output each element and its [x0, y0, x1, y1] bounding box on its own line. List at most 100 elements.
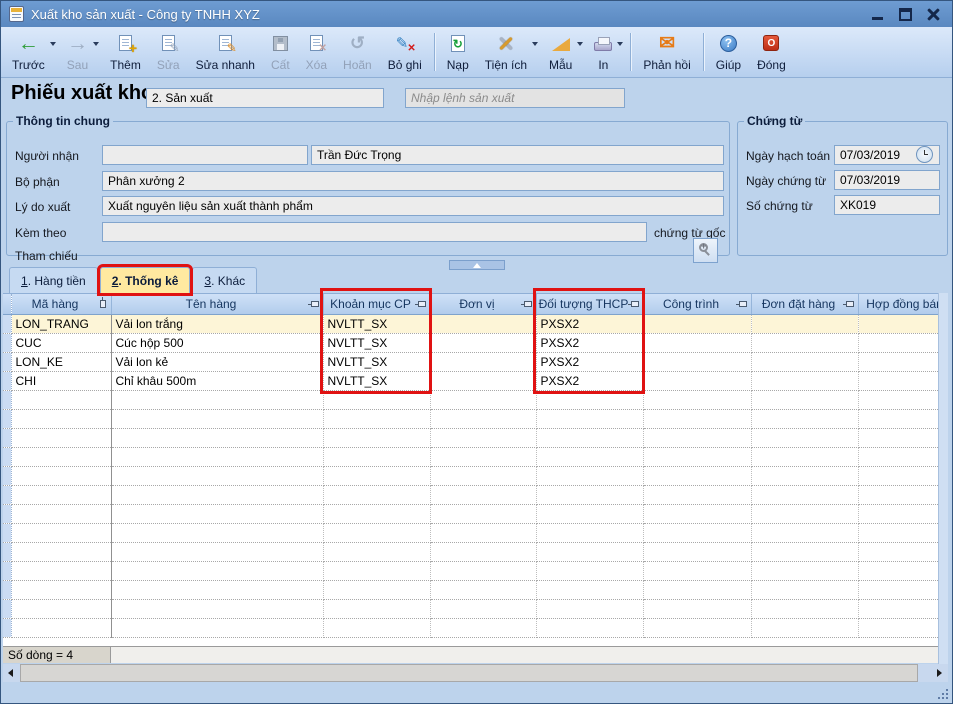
scroll-left-button[interactable]: [3, 664, 20, 682]
grid-cell[interactable]: Vải lon kẻ: [111, 352, 323, 371]
kem-theo-field[interactable]: [102, 222, 647, 242]
grid-cell[interactable]: [643, 333, 751, 352]
grid-cell[interactable]: NVLTT_SX: [323, 314, 430, 333]
magnifier-plus-icon: [699, 243, 708, 252]
kem-theo-label: Kèm theo: [15, 226, 66, 240]
close-button[interactable]: [927, 8, 940, 21]
chevron-down-icon[interactable]: [532, 42, 538, 46]
grid-cell[interactable]: [751, 333, 858, 352]
grid-cell[interactable]: [751, 352, 858, 371]
toolbar-giup-button[interactable]: Giúp: [708, 29, 749, 75]
column-header-ma-hang[interactable]: Mã hàng: [11, 294, 111, 314]
toolbar-in-button[interactable]: In: [586, 29, 626, 75]
row-indicator[interactable]: [3, 371, 11, 390]
grid-cell[interactable]: CHI: [11, 371, 111, 390]
pin-icon: [311, 301, 319, 307]
toolbar-dong-button[interactable]: Đóng: [749, 29, 794, 75]
toolbar-tien-ich-button[interactable]: Tiện ích: [477, 29, 541, 75]
edit-document-icon: [162, 35, 175, 51]
bo-phan-field[interactable]: Phân xưởng 2: [102, 171, 724, 191]
grid-cell[interactable]: Chỉ khâu 500m: [111, 371, 323, 390]
grid-cell[interactable]: PXSX2: [536, 352, 643, 371]
grid-cell[interactable]: [858, 314, 938, 333]
maximize-button[interactable]: [899, 8, 912, 21]
tab-thong-ke[interactable]: 2. Thống kê: [100, 267, 191, 293]
scroll-right-button[interactable]: [931, 664, 948, 682]
empty-cell: [430, 580, 536, 599]
chevron-down-icon[interactable]: [50, 42, 56, 46]
grid-cell[interactable]: [858, 352, 938, 371]
ly-do-xuat-field[interactable]: Xuất nguyên liệu sản xuất thành phẩm: [102, 196, 724, 216]
reference-lookup-button[interactable]: [693, 238, 718, 263]
grid-cell[interactable]: [643, 314, 751, 333]
date-picker-button[interactable]: [916, 146, 933, 163]
empty-cell: [751, 523, 858, 542]
grid-cell[interactable]: LON_KE: [11, 352, 111, 371]
row-indicator[interactable]: [3, 333, 11, 352]
title-bar: Xuất kho sản xuất - Công ty TNHH XYZ: [1, 1, 952, 27]
minimize-button[interactable]: [871, 8, 884, 21]
column-header-don-vi[interactable]: Đơn vị: [430, 294, 536, 314]
grid-cell[interactable]: [430, 371, 536, 390]
collapse-splitter-button[interactable]: [449, 260, 505, 270]
grid-cell[interactable]: NVLTT_SX: [323, 371, 430, 390]
chevron-down-icon[interactable]: [617, 42, 623, 46]
ngay-chung-tu-field[interactable]: 07/03/2019: [834, 170, 940, 190]
so-chung-tu-field[interactable]: XK019: [834, 195, 940, 215]
grid-cell[interactable]: NVLTT_SX: [323, 333, 430, 352]
toolbar-them-button[interactable]: Thêm: [102, 29, 149, 75]
empty-row: [3, 466, 938, 485]
document-legend: Chứng từ: [744, 114, 805, 128]
empty-cell: [3, 447, 11, 466]
nguoi-nhan-name-field[interactable]: Trần Đức Trọng: [311, 145, 724, 165]
row-indicator[interactable]: [3, 314, 11, 333]
empty-cell: [536, 466, 643, 485]
grid-cell[interactable]: [430, 352, 536, 371]
empty-cell: [111, 390, 323, 409]
grid-cell[interactable]: [430, 333, 536, 352]
grid-cell[interactable]: [643, 352, 751, 371]
column-header-doi-tuong-thcp[interactable]: Đối tượng THCP: [536, 294, 643, 314]
grid-cell[interactable]: [751, 314, 858, 333]
toolbar-phan-hoi-button[interactable]: Phản hồi: [635, 29, 698, 75]
grid-footer: Số dòng = 4: [3, 646, 938, 663]
production-order-input[interactable]: Nhập lệnh sản xuất: [405, 88, 625, 108]
grid-cell[interactable]: [430, 314, 536, 333]
empty-cell: [858, 447, 938, 466]
resize-grip[interactable]: [935, 686, 948, 699]
grid-cell[interactable]: [858, 333, 938, 352]
export-type-combo[interactable]: 2. Sản xuất: [146, 88, 384, 108]
grid-cell[interactable]: [858, 371, 938, 390]
column-header-ten-hang[interactable]: Tên hàng: [111, 294, 323, 314]
app-icon: [9, 6, 24, 22]
toolbar-mau-button[interactable]: Mẫu: [541, 29, 586, 75]
toolbar-bo-ghi-button[interactable]: Bỏ ghi: [380, 29, 430, 75]
chevron-down-icon[interactable]: [577, 42, 583, 46]
empty-cell: [111, 409, 323, 428]
empty-cell: [536, 485, 643, 504]
scrollbar-thumb[interactable]: [20, 664, 918, 682]
grid-cell[interactable]: [643, 371, 751, 390]
column-header-cong-trinh[interactable]: Công trình: [643, 294, 751, 314]
grid-cell[interactable]: LON_TRANG: [11, 314, 111, 333]
tab-khac[interactable]: 3. Khác: [192, 267, 257, 293]
grid-cell[interactable]: [751, 371, 858, 390]
grid-cell[interactable]: NVLTT_SX: [323, 352, 430, 371]
toolbar-truoc-button[interactable]: Trước: [4, 29, 59, 75]
column-header-hop-dong-ban[interactable]: Hợp đồng bán: [858, 294, 938, 314]
grid-cell[interactable]: PXSX2: [536, 371, 643, 390]
column-header-don-dat-hang[interactable]: Đơn đặt hàng: [751, 294, 858, 314]
empty-cell: [751, 542, 858, 561]
toolbar-sua-nhanh-button[interactable]: Sửa nhanh: [188, 29, 263, 75]
row-indicator[interactable]: [3, 352, 11, 371]
grid-cell[interactable]: Vải lon trắng: [111, 314, 323, 333]
tab-hang-tien[interactable]: 1. Hàng tiền: [9, 267, 98, 293]
grid-cell[interactable]: Cúc hộp 500: [111, 333, 323, 352]
nguoi-nhan-code-field[interactable]: [102, 145, 308, 165]
toolbar-nap-button[interactable]: Nạp: [439, 29, 477, 75]
grid-cell[interactable]: CUC: [11, 333, 111, 352]
column-header-khoan-muc-cp[interactable]: Khoản mục CP: [323, 294, 430, 314]
grid-cell[interactable]: PXSX2: [536, 314, 643, 333]
envelope-icon: [659, 34, 675, 53]
grid-cell[interactable]: PXSX2: [536, 333, 643, 352]
